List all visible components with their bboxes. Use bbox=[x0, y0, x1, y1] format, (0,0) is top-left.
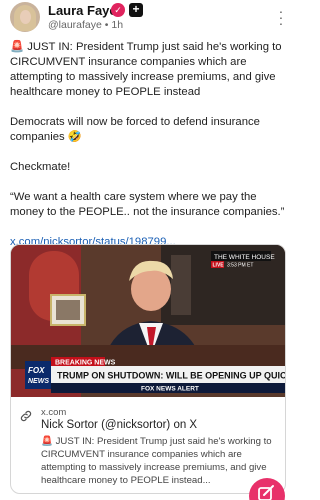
verified-badge-icon: ✓ bbox=[111, 3, 125, 17]
avatar[interactable] bbox=[10, 2, 40, 32]
network-logo-bottom: NEWS bbox=[28, 378, 49, 385]
card-info[interactable]: x.com Nick Sortor (@nicksortor) on X 🚨 J… bbox=[11, 397, 285, 493]
author-name[interactable]: Laura Faye bbox=[48, 3, 117, 18]
source-tag: THE WHITE HOUSE bbox=[214, 254, 275, 261]
post-body: 🚨 JUST IN: President Trump just said he'… bbox=[10, 40, 288, 265]
post-header: Laura Faye ✓ + @laurafaye • 1h · · · bbox=[10, 2, 286, 34]
link-icon bbox=[20, 410, 32, 422]
card-description: 🚨 JUST IN: President Trump just said he'… bbox=[41, 436, 272, 486]
author-handle[interactable]: @laurafaye bbox=[48, 19, 102, 31]
chyron-headline: TRUMP ON SHUTDOWN: WILL BE OPENING UP QU… bbox=[57, 371, 286, 381]
post-time: • 1h bbox=[104, 19, 124, 31]
follow-plus-icon[interactable]: + bbox=[129, 3, 143, 17]
network-logo-top: FOX bbox=[28, 366, 45, 375]
compose-button[interactable] bbox=[249, 478, 285, 500]
live-clock: 3:53 PM ET bbox=[227, 263, 253, 269]
compose-icon bbox=[258, 485, 274, 500]
post-paragraph: Democrats will now be forced to defend i… bbox=[10, 116, 260, 143]
post-paragraph: Checkmate! bbox=[10, 161, 71, 173]
live-label: LIVE bbox=[213, 263, 225, 269]
breaking-label: BREAKING NEWS bbox=[55, 360, 116, 367]
alert-text: FOX NEWS ALERT bbox=[141, 386, 199, 393]
more-options-icon[interactable]: · · · bbox=[276, 4, 286, 30]
card-title[interactable]: Nick Sortor (@nicksortor) on X bbox=[41, 419, 197, 431]
post-paragraph: “We want a health care system where we p… bbox=[10, 191, 285, 218]
author-meta: @laurafaye • 1h bbox=[48, 19, 123, 31]
card-domain: x.com bbox=[41, 407, 67, 418]
post-paragraph: 🚨 JUST IN: President Trump just said he'… bbox=[10, 41, 282, 98]
link-preview-card[interactable]: THE WHITE HOUSE LIVE 3:53 PM ET BREAKING… bbox=[10, 244, 286, 494]
preview-image[interactable]: THE WHITE HOUSE LIVE 3:53 PM ET BREAKING… bbox=[11, 245, 286, 397]
